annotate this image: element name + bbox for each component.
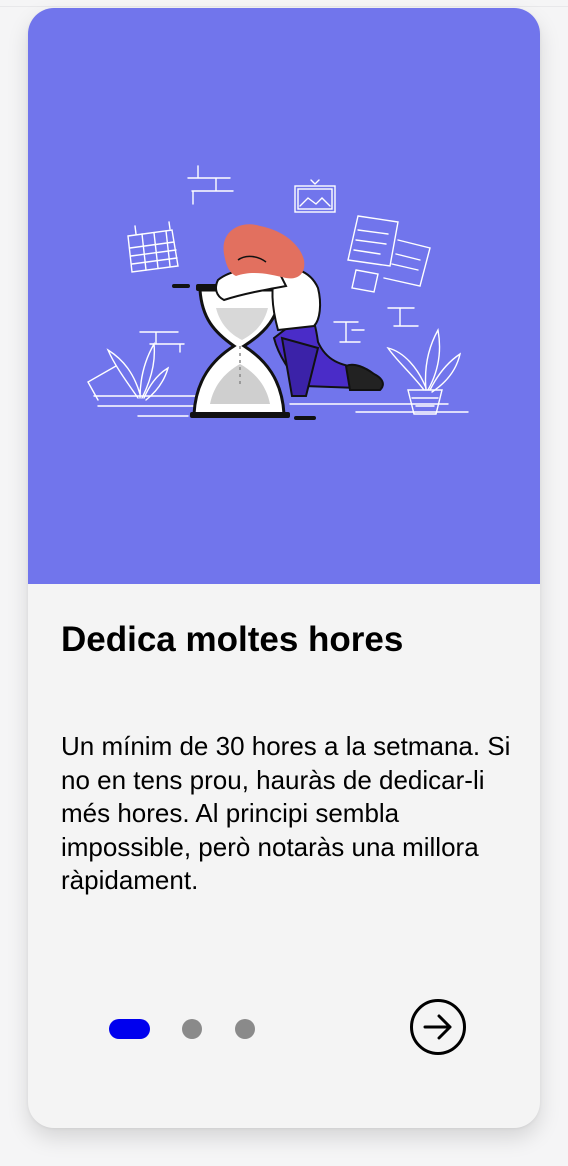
arrow-right-circle-icon bbox=[410, 999, 466, 1055]
hero-illustration-panel bbox=[28, 8, 540, 584]
next-button[interactable] bbox=[408, 997, 468, 1057]
slide-description: Un mínim de 30 hores a la setmana. Si no… bbox=[61, 731, 511, 895]
hourglass-illustration bbox=[87, 165, 469, 420]
pagination-dot-2[interactable] bbox=[182, 1019, 202, 1039]
picture-frame-decoration bbox=[294, 179, 336, 213]
right-plant-decoration bbox=[386, 327, 462, 415]
onboarding-card: Dedica moltes hores Un mínim de 30 hores… bbox=[28, 8, 540, 1128]
slide-title: Dedica moltes hores bbox=[61, 620, 404, 659]
pagination-dot-1[interactable] bbox=[109, 1019, 150, 1039]
pagination-dot-3[interactable] bbox=[235, 1019, 255, 1039]
left-plant-decoration bbox=[106, 341, 170, 401]
papers-decoration bbox=[347, 215, 431, 293]
top-divider bbox=[0, 6, 568, 7]
calendar-decoration bbox=[127, 221, 179, 273]
